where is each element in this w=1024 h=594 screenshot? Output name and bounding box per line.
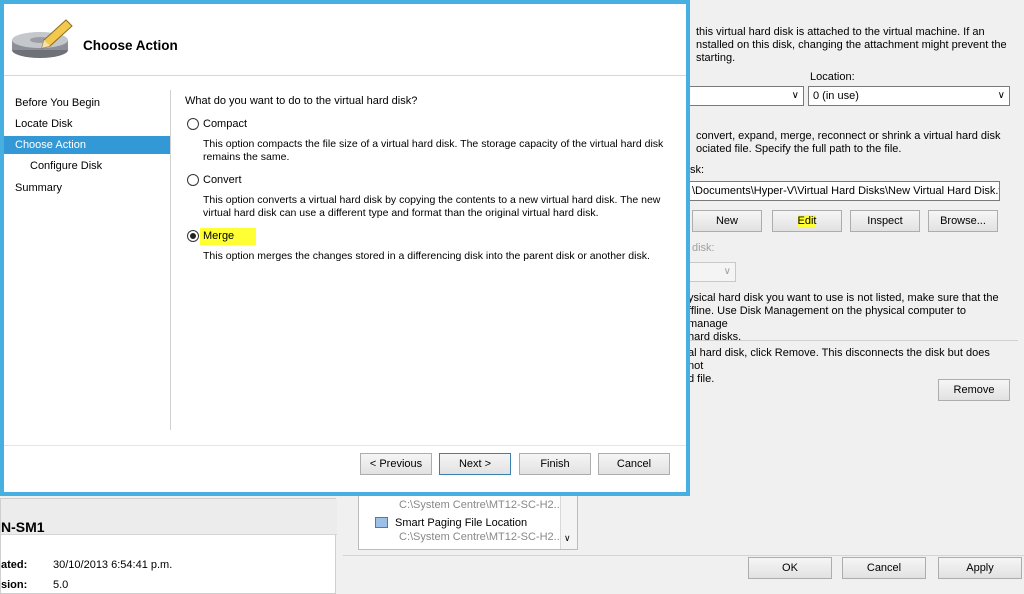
- compact-label[interactable]: Compact: [203, 118, 247, 130]
- edit-label: Edit: [797, 215, 817, 227]
- cancel-settings-button[interactable]: Cancel: [842, 557, 926, 579]
- physical-text-2: ffline. Use Disk Management on the physi…: [688, 305, 966, 330]
- created-label: ated:: [1, 559, 28, 571]
- action-question: What do you want to do to the virtual ha…: [185, 95, 418, 107]
- remove-text-1: al hard disk, click Remove. This disconn…: [688, 347, 990, 372]
- nav-separator: [170, 90, 171, 430]
- compact-desc-2: remains the same.: [203, 151, 290, 163]
- chevron-down-icon: ∨: [997, 90, 1005, 101]
- smart-paging-item[interactable]: Smart Paging File Location: [395, 517, 527, 529]
- tree-path-1: C:\System Centre\MT12-SC-H2...: [399, 499, 563, 511]
- step-locate-disk[interactable]: Locate Disk: [4, 115, 170, 133]
- step-before-you-begin[interactable]: Before You Begin: [4, 94, 170, 112]
- remove-button[interactable]: Remove: [938, 379, 1010, 401]
- chevron-down-icon: ∨: [723, 266, 731, 277]
- version-value: 5.0: [53, 579, 69, 591]
- wizard-steps: Before You Begin Locate Disk Choose Acti…: [4, 77, 170, 445]
- step-summary[interactable]: Summary: [4, 179, 170, 197]
- convert-desc-1: This option converts a virtual hard disk…: [203, 194, 661, 206]
- edit-disk-wizard: Choose Action Before You Begin Locate Di…: [0, 0, 690, 496]
- scroll-down-icon: ∨: [564, 533, 571, 543]
- location-select[interactable]: 0 (in use) ∨: [808, 86, 1010, 106]
- attachment-text-1: this virtual hard disk is attached to th…: [696, 26, 985, 38]
- wizard-title: Choose Action: [83, 38, 178, 53]
- convert-radio[interactable]: [187, 174, 199, 186]
- merge-label[interactable]: Merge: [200, 228, 257, 245]
- compact-desc-1: This option compacts the file size of a …: [203, 138, 664, 150]
- location-label: Location:: [810, 71, 855, 83]
- attachment-text-3: starting.: [696, 52, 736, 64]
- compact-radio[interactable]: [187, 118, 199, 130]
- finish-button[interactable]: Finish: [519, 453, 591, 475]
- vm-settings-lower: N-SM1 ated: 30/10/2013 6:54:41 p.m. sion…: [0, 490, 1024, 594]
- physical-disk-label: disk:: [692, 242, 715, 254]
- convert-desc-2: virtual hard disk can use a different ty…: [203, 207, 599, 219]
- ok-button[interactable]: OK: [748, 557, 832, 579]
- divider: [688, 340, 1018, 341]
- disk-path-input[interactable]: \Documents\Hyper-V\Virtual Hard Disks\Ne…: [688, 181, 1000, 201]
- physical-disk-select[interactable]: ∨: [688, 262, 736, 282]
- edit-button[interactable]: Edit: [772, 210, 842, 232]
- media-text-1: convert, expand, merge, reconnect or shr…: [696, 130, 1001, 142]
- new-button[interactable]: New: [692, 210, 762, 232]
- inspect-button[interactable]: Inspect: [850, 210, 920, 232]
- step-choose-action[interactable]: Choose Action: [4, 136, 170, 154]
- physical-text-3: hard disks.: [688, 331, 742, 343]
- previous-button[interactable]: < Previous: [360, 453, 432, 475]
- wizard-header: Choose Action: [4, 4, 686, 76]
- created-value: 30/10/2013 6:54:41 p.m.: [53, 559, 173, 571]
- location-value: 0 (in use): [813, 90, 859, 102]
- browse-button[interactable]: Browse...: [928, 210, 998, 232]
- next-button[interactable]: Next >: [439, 453, 511, 475]
- convert-label[interactable]: Convert: [203, 174, 242, 186]
- cancel-button[interactable]: Cancel: [598, 453, 670, 475]
- step-configure-disk[interactable]: Configure Disk: [4, 157, 170, 175]
- virtual-disk-label: sk:: [690, 164, 705, 176]
- chevron-down-icon: ∨: [791, 90, 799, 101]
- paging-icon: [375, 517, 388, 528]
- controller-select[interactable]: ∨: [688, 86, 804, 106]
- vm-name: N-SM1: [1, 519, 45, 535]
- version-label: sion:: [1, 579, 28, 591]
- merge-desc-1: This option merges the changes stored in…: [203, 250, 650, 262]
- apply-button[interactable]: Apply: [938, 557, 1022, 579]
- disk-pencil-icon: [12, 19, 73, 58]
- tree-path-2: C:\System Centre\MT12-SC-H2...: [399, 531, 563, 543]
- tree-scrollbar[interactable]: ∨: [560, 491, 577, 549]
- vm-details-pane: N-SM1 ated: 30/10/2013 6:54:41 p.m. sion…: [0, 498, 337, 594]
- merge-radio[interactable]: [187, 230, 199, 242]
- hardware-tree[interactable]: C:\System Centre\MT12-SC-H2... Smart Pag…: [358, 490, 578, 550]
- media-text-2: ociated file. Specify the full path to t…: [696, 143, 902, 155]
- physical-text-1: ysical hard disk you want to use is not …: [688, 292, 999, 304]
- attachment-text-2: nstalled on this disk, changing the atta…: [696, 39, 1007, 51]
